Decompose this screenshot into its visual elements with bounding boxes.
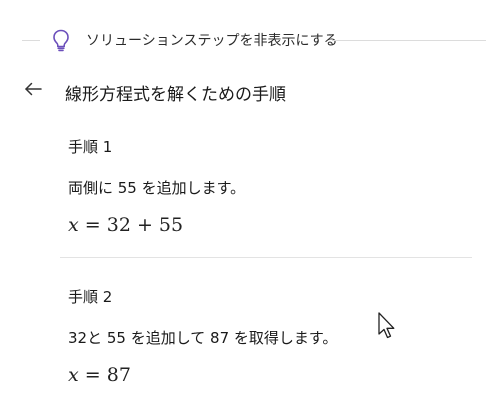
step-equation: x = 87 [68,364,468,386]
divider [332,40,486,41]
back-button[interactable] [20,78,46,104]
equation-rhs: 87 [106,364,131,386]
step-2: 手順 2 32と 55 を追加して 87 を取得します。 x = 87 [68,286,468,386]
equation-equals: = [84,364,101,386]
solution-steps-panel: ソリューションステップを非表示にする 線形方程式を解くための手順 手順 1 両側… [0,0,486,412]
step-divider [60,257,472,258]
mouse-cursor-icon [377,311,399,341]
hide-solution-steps-label: ソリューションステップを非表示にする [86,33,338,49]
toggle-row: ソリューションステップを非表示にする [0,20,486,58]
steps-header: 線形方程式を解くための手順 [0,76,486,108]
equation-variable: x [68,214,79,236]
step-title: 手順 2 [68,288,113,306]
equation-variable: x [68,364,79,386]
step-description: 両側に 55 を追加します。 [68,179,246,197]
page-title: 線形方程式を解くための手順 [65,85,286,105]
step-description: 32と 55 を追加して 87 を取得します。 [68,329,338,347]
equation-equals: = [84,214,101,236]
divider [22,40,40,41]
hide-solution-steps-button[interactable]: ソリューションステップを非表示にする [48,26,338,54]
step-1: 手順 1 両側に 55 を追加します。 x = 32 + 55 [68,136,468,236]
arrow-left-icon [22,78,44,104]
equation-rhs: 32 + 55 [106,214,184,236]
step-equation: x = 32 + 55 [68,214,468,236]
lightbulb-icon [48,27,74,53]
step-title: 手順 1 [68,138,113,156]
